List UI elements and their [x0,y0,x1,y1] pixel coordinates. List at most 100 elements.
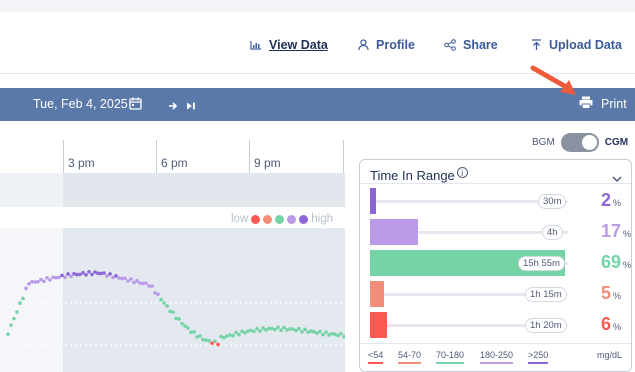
glucose-reading-dot [174,316,178,321]
tir-footer-range: 70-180 [436,350,465,364]
glucose-reading-dot [198,334,202,338]
glucose-reading-dot [201,337,205,342]
glucose-reading-dot [261,326,265,330]
tir-percent: 5% [601,283,622,303]
glucose-reading-dot [87,270,91,274]
tir-row: 4h 17% [370,219,631,245]
glucose-reading-dot [165,304,169,308]
nav-upload-data[interactable]: Upload Data [529,38,622,52]
tir-percent-symbol: % [623,260,632,270]
time-axis: 3 pm 6 pm 9 pm [0,140,345,173]
legend-dot-target [275,214,285,224]
top-strip [0,0,635,12]
legend-dot-very-low [251,214,261,224]
glucose-reading-dot [216,342,220,347]
glucose-reading-dot [45,275,49,280]
tir-duration: 15h 55m [518,256,565,271]
nav-share[interactable]: Share [443,38,498,52]
time-tick-label: 9 pm [254,156,281,170]
glucose-reading-dot [171,310,175,314]
tir-footer-range-underline [480,362,514,364]
skip-to-end-icon[interactable] [186,98,196,116]
glucose-reading-dot [66,272,70,276]
glucose-reading-dot [204,338,208,342]
tir-divider [360,183,631,184]
tir-footer-range-underline [368,362,384,364]
tir-duration: 1h 15m [525,287,567,302]
tir-header: Time In Range i [370,167,468,183]
date-label: Tue, Feb 4, 2025 [33,97,128,111]
tir-row: 1h 15m 5% [370,281,628,307]
glucose-reading-dot [150,284,154,288]
calendar-icon[interactable] [129,97,142,115]
glucose-reading-dot [231,333,235,338]
tir-duration: 30m [538,194,567,209]
tir-footer-divider [360,343,631,344]
glucose-reading-dot [234,330,238,335]
toggle-cgm-label: CGM [604,137,629,148]
glucose-reading-dot [90,272,94,277]
time-tick-label: 3 pm [68,156,95,170]
glucose-reading-dot [48,278,52,282]
glucose-reading-dot [123,276,127,280]
glucose-reading-dot [324,330,328,334]
tir-duration: 1h 20m [525,318,567,333]
time-tick [63,140,64,173]
glucose-reading-dot [102,271,106,275]
toggle-knob [581,135,597,150]
print-label: Print [601,97,627,111]
print-button[interactable]: Print [579,96,627,112]
glucose-reading-dot [210,341,214,345]
glucose-reading-dot [294,328,298,333]
person-icon [356,38,370,52]
tir-footer-range: 180-250 [480,350,514,364]
glucose-reading-dot [69,274,73,279]
chevron-down-icon[interactable] [612,170,622,188]
glucose-reading-dot [297,326,301,331]
nav-view-data-label: View Data [269,38,328,52]
tir-footer-range-underline [528,362,549,364]
glucose-reading-dot [84,273,88,277]
glucose-reading-dot [258,329,262,333]
legend-dot-very-high [299,214,309,224]
glucose-reading-dot [252,329,256,334]
tir-percent: 69% [601,252,632,272]
glucose-reading-dot [63,275,67,280]
glucose-reading-dot [237,332,241,337]
glucose-reading-dot [186,326,190,330]
glucose-reading-dot [135,279,139,283]
nav-share-label: Share [463,38,498,52]
glucose-reading-dot [309,329,313,333]
glucose-reading-dot [342,334,345,339]
glucose-legend: low high [231,213,333,225]
tir-footer-range-underline [436,362,465,364]
glucose-reading-dot [105,274,109,278]
tir-percent-symbol: % [613,198,622,208]
info-icon[interactable]: i [456,167,468,178]
time-in-range-card: Time In Range i 30m 2% 4h 17% 15h 55m 69% 1h 1… [359,159,632,372]
glucose-reading-dot [276,325,280,330]
tir-row: 1h 20m 6% [370,312,628,338]
arrow-right-icon[interactable] [168,98,178,116]
glucose-reading-dot [132,280,136,285]
toggle-switch[interactable] [560,133,599,152]
legend-dot-high [287,214,297,224]
tir-footer-range: >250 [528,350,549,364]
glucose-reading-dot [300,330,304,334]
glucose-reading-dot [159,297,163,302]
printer-icon [579,96,593,112]
glucose-reading-dot [339,331,343,336]
glucose-reading-dot [156,292,160,297]
glucose-reading-dot [180,321,184,326]
nav-profile[interactable]: Profile [356,38,415,52]
glucose-reading-dot [246,329,250,333]
share-icon [443,38,457,52]
glucose-reading-dot [192,330,196,334]
glucose-reading-dot [99,271,103,276]
nav-view-data[interactable]: View Data [249,38,328,52]
tir-bar [370,219,418,245]
tir-percent-symbol: % [613,291,622,301]
glucose-reading-dot [336,333,340,338]
glucose-reading-dot [12,316,16,321]
glucose-reading-dot [24,286,28,291]
